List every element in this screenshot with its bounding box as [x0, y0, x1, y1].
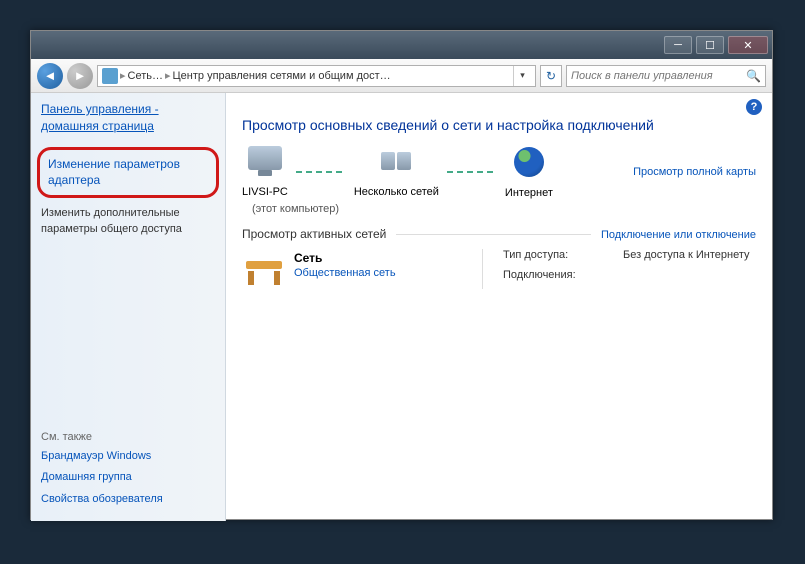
search-box[interactable]: 🔍 [566, 65, 766, 87]
network-properties: Тип доступа: Без доступа к Интернету Под… [482, 249, 750, 289]
connector-icon [447, 171, 497, 173]
help-icon[interactable]: ? [746, 99, 762, 115]
node-multiple-networks[interactable]: Несколько сетей [354, 146, 439, 198]
connector-icon [296, 171, 346, 173]
search-icon[interactable]: 🔍 [746, 69, 761, 83]
advanced-sharing-link[interactable]: Изменить дополнительные параметры общего… [41, 206, 215, 237]
network-name: Сеть [294, 251, 322, 265]
firewall-link[interactable]: Брандмауэр Windows [41, 449, 215, 464]
breadcrumb-part[interactable]: Сеть… [128, 70, 163, 82]
breadcrumb-sep: ▸ [165, 69, 171, 82]
content: ? Просмотр основных сведений о сети и на… [226, 93, 772, 521]
globe-icon [514, 147, 544, 177]
highlight-box: Изменение параметров адаптера [37, 147, 219, 199]
breadcrumb-part[interactable]: Центр управления сетями и общим дост… [173, 70, 391, 82]
body: Панель управления - домашняя страница Из… [31, 93, 772, 521]
search-input[interactable] [571, 70, 746, 82]
multiple-networks-icon [375, 146, 417, 170]
node-internet[interactable]: Интернет [505, 145, 553, 199]
active-networks-header: Просмотр активных сетей Подключение или … [242, 227, 756, 241]
control-panel-icon [102, 68, 118, 84]
change-adapter-settings-link[interactable]: Изменение параметров адаптера [48, 156, 208, 190]
breadcrumb-dropdown[interactable]: ▾ [513, 66, 531, 86]
section-title: Просмотр активных сетей [242, 227, 386, 241]
back-button[interactable]: ◄ [37, 63, 63, 89]
window: ─ ☐ ✕ ◄ ► ▸ Сеть… ▸ Центр управления сет… [30, 30, 773, 520]
navbar: ◄ ► ▸ Сеть… ▸ Центр управления сетями и … [31, 59, 772, 93]
internet-options-link[interactable]: Свойства обозревателя [41, 492, 215, 507]
connections-label: Подключения: [503, 269, 593, 281]
network-type-link[interactable]: Общественная сеть [294, 267, 396, 279]
breadcrumb[interactable]: ▸ Сеть… ▸ Центр управления сетями и общи… [97, 65, 536, 87]
window-controls: ─ ☐ ✕ [664, 36, 768, 54]
sidebar: Панель управления - домашняя страница Из… [31, 93, 226, 521]
maximize-button[interactable]: ☐ [696, 36, 724, 54]
minimize-button[interactable]: ─ [664, 36, 692, 54]
node-label: Несколько сетей [354, 186, 439, 198]
homegroup-link[interactable]: Домашняя группа [41, 470, 215, 485]
connect-disconnect-link[interactable]: Подключение или отключение [601, 229, 756, 241]
access-type-label: Тип доступа: [503, 249, 593, 261]
forward-button[interactable]: ► [67, 63, 93, 89]
network-map: LIVSI-PC Несколько сетей Интернет Просмо… [242, 145, 756, 199]
titlebar[interactable]: ─ ☐ ✕ [31, 31, 772, 59]
bench-icon [242, 255, 286, 285]
page-title: Просмотр основных сведений о сети и наст… [242, 117, 756, 133]
control-panel-home-link[interactable]: Панель управления - домашняя страница [41, 101, 215, 135]
access-type-value: Без доступа к Интернету [623, 249, 750, 261]
divider [396, 234, 591, 235]
pc-icon [248, 146, 282, 170]
network-row: Сеть Общественная сеть Тип доступа: Без … [242, 249, 756, 289]
this-computer-caption: (этот компьютер) [252, 203, 756, 215]
breadcrumb-sep: ▸ [120, 69, 126, 82]
network-item[interactable]: Сеть Общественная сеть [242, 249, 472, 289]
node-this-pc[interactable]: LIVSI-PC [242, 146, 288, 198]
full-map-link[interactable]: Просмотр полной карты [633, 166, 756, 178]
see-also-header: См. также [41, 431, 215, 443]
node-label: Интернет [505, 187, 553, 199]
node-label: LIVSI-PC [242, 186, 288, 198]
close-button[interactable]: ✕ [728, 36, 768, 54]
refresh-button[interactable]: ↻ [540, 65, 562, 87]
